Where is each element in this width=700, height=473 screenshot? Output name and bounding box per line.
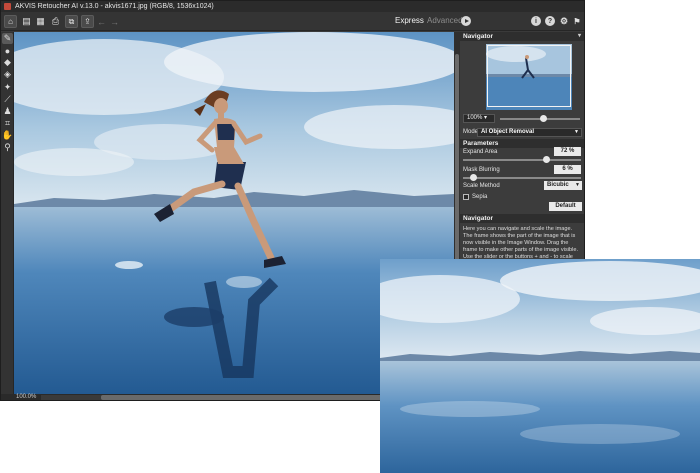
collapse-arrow-icon[interactable]: ▾ (578, 32, 581, 41)
main-toolbar: ⌂ ▤ ▦ ⎙ ⧉ ⇪ ← → Express Advanced i ? ⚙ ⚑ (1, 12, 584, 31)
save-icon[interactable]: ▦ (34, 15, 47, 28)
scale-method-select[interactable]: Bicubic ▼ (544, 181, 582, 190)
selection-brush-icon[interactable]: ● (2, 45, 13, 56)
mask-blurring-slider[interactable] (463, 174, 581, 181)
tab-advanced[interactable]: Advanced (427, 16, 463, 25)
mode-value: AI Object Removal (481, 129, 535, 135)
chevron-down-icon: ▼ (574, 129, 579, 135)
stage: AKVIS Retoucher AI v.13.0 - akvis1671.jp… (0, 0, 700, 473)
tool-palette: ✎ ● ◆ ◈ ✦ ⟋ ♟ ⌗ ✋ ⚲ (1, 32, 14, 394)
undo-icon[interactable]: ← (95, 15, 108, 28)
hand-icon[interactable]: ✋ (2, 130, 13, 141)
share-icon[interactable]: ⇪ (81, 15, 94, 28)
title-bar: AKVIS Retoucher AI v.13.0 - akvis1671.jp… (1, 1, 584, 12)
redo-icon[interactable]: → (108, 15, 121, 28)
zoom-slider-knob[interactable] (540, 115, 547, 122)
app-logo-icon (4, 3, 11, 10)
scale-method-label: Scale Method (463, 183, 500, 189)
zoom-dropdown[interactable]: 100% ▾ (463, 114, 495, 123)
run-icon[interactable] (461, 16, 471, 26)
sepia-checkbox[interactable] (463, 194, 469, 200)
open-icon[interactable]: ▤ (20, 15, 33, 28)
print-icon[interactable]: ⎙ (49, 15, 62, 28)
eraser-icon[interactable]: ◆ (2, 57, 13, 68)
scale-method-value: Bicubic (547, 182, 569, 188)
navigator-frame[interactable] (487, 45, 571, 107)
info-icon[interactable]: i (531, 16, 541, 26)
navigator-header: Navigator ▾ (460, 32, 584, 41)
default-button[interactable]: Default (549, 202, 582, 211)
window-title: AKVIS Retoucher AI v.13.0 - akvis1671.jp… (15, 3, 214, 10)
expand-area-knob[interactable] (542, 156, 550, 163)
crop-icon[interactable]: ⌗ (2, 118, 13, 129)
chevron-down-icon: ▼ (575, 182, 580, 188)
pipette-icon[interactable]: ⟋ (2, 94, 13, 105)
result-photo (380, 259, 700, 473)
settings-icon[interactable]: ⚙ (559, 16, 569, 26)
help-header: Navigator (460, 214, 584, 223)
navigator-title: Navigator (463, 33, 493, 40)
expand-area-value[interactable]: 72 % (554, 147, 581, 156)
bucket-icon[interactable]: ◈ (2, 69, 13, 80)
mask-blurring-knob[interactable] (469, 174, 477, 181)
home-icon[interactable]: ⌂ (4, 15, 17, 28)
mask-blurring-value[interactable]: 6 % (554, 165, 581, 174)
sepia-label: Sepia (472, 194, 488, 200)
batch-icon[interactable]: ⧉ (65, 15, 78, 28)
zoom-status: 100.0% (16, 394, 37, 400)
zoom-value: 100% (467, 115, 483, 121)
zoom-icon[interactable]: ⚲ (2, 142, 13, 153)
parameters-title: Parameters (463, 140, 499, 147)
tab-express[interactable]: Express (395, 16, 424, 25)
mask-blurring-label: Mask Blurring (463, 167, 500, 173)
result-image (380, 259, 700, 473)
magic-wand-icon[interactable]: ✦ (2, 82, 13, 93)
expand-area-slider[interactable] (463, 156, 581, 163)
expand-area-label: Expand Area (463, 149, 498, 155)
help-title: Navigator (463, 215, 493, 222)
help-icon[interactable]: ? (545, 16, 555, 26)
notice-icon[interactable]: ⚑ (572, 16, 582, 26)
zoom-slider[interactable] (500, 115, 580, 122)
horizontal-scroll-thumb[interactable] (101, 395, 391, 400)
stamp-icon[interactable]: ♟ (2, 106, 13, 117)
brush-tool-icon[interactable]: ✎ (2, 33, 13, 44)
mode-select[interactable]: AI Object Removal ▼ (477, 128, 582, 137)
